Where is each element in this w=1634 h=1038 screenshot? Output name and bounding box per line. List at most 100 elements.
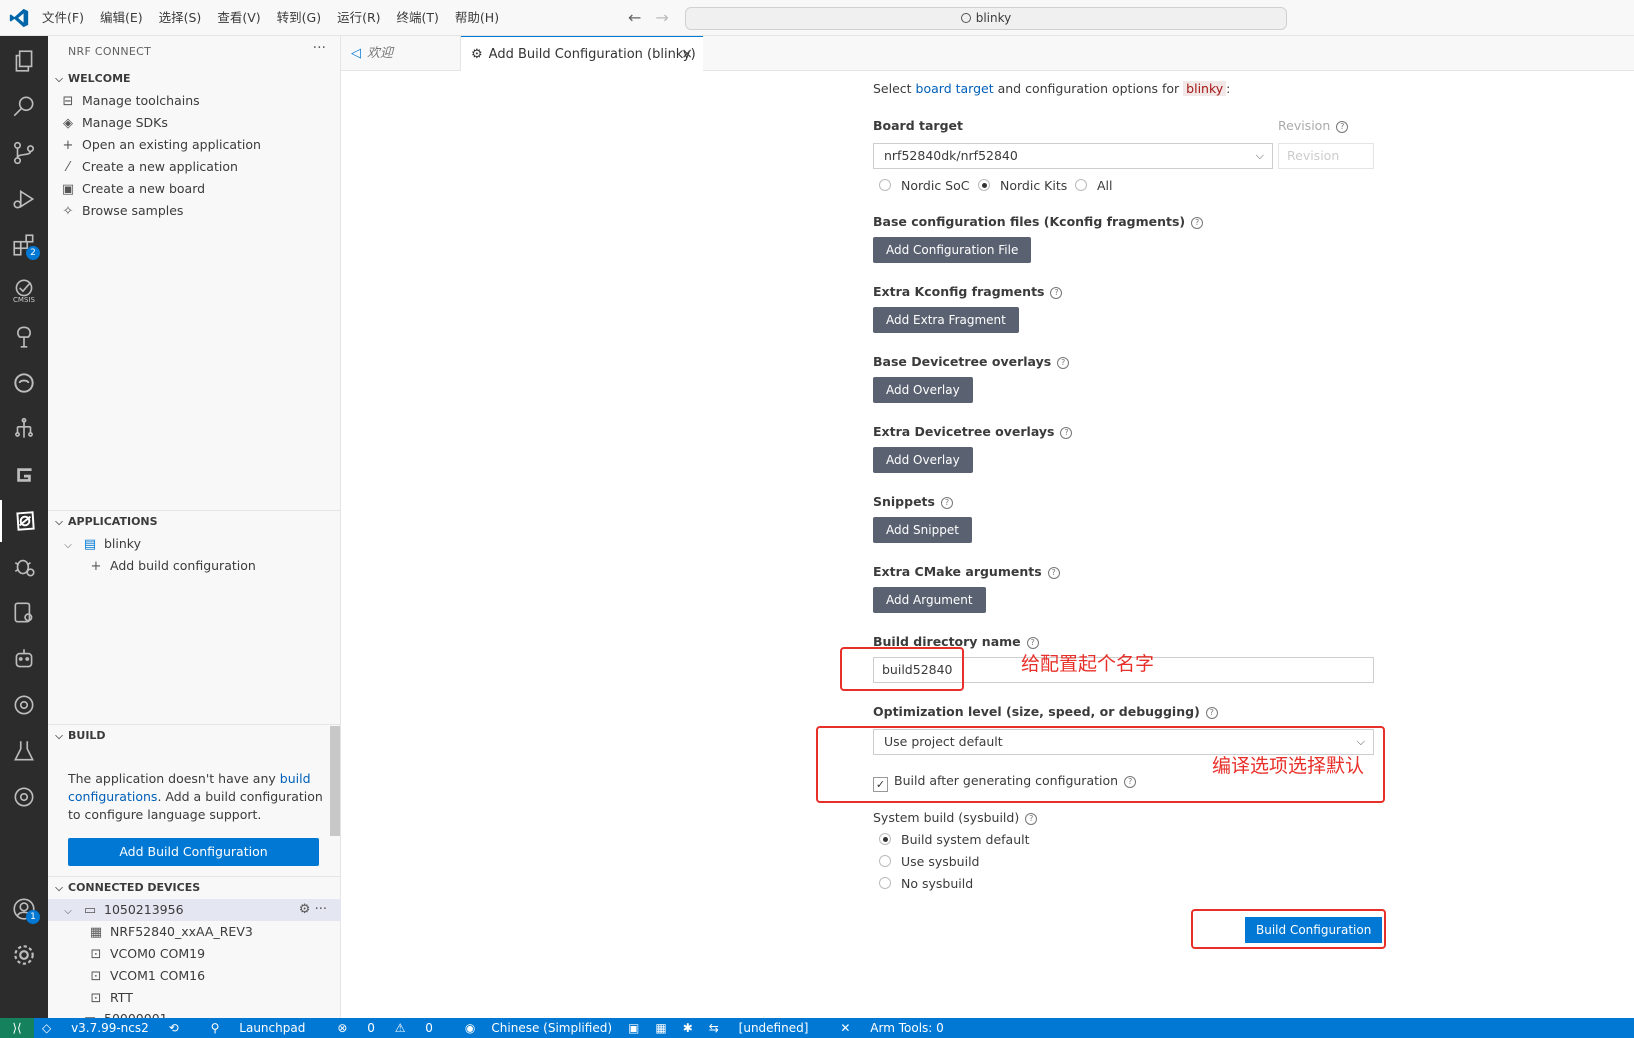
- settings-gear-icon[interactable]: [0, 934, 48, 976]
- device-row-next[interactable]: › ▭ 50000001: [48, 1008, 341, 1018]
- status-broadcast-icon[interactable]: ◉: [465, 1018, 475, 1038]
- welcome-header-label: WELCOME: [68, 72, 131, 85]
- revision-input[interactable]: Revision: [1278, 143, 1374, 169]
- target-icon[interactable]: [0, 776, 48, 818]
- add-extra-fragment-button[interactable]: Add Extra Fragment: [873, 307, 1019, 333]
- device-child-chip[interactable]: ▦ NRF52840_xxAA_REV3: [48, 921, 341, 943]
- g-extension-icon[interactable]: [0, 454, 48, 496]
- explorer-icon[interactable]: [0, 40, 48, 82]
- menu-edit[interactable]: 编辑(E): [100, 0, 143, 36]
- radio-all[interactable]: All: [1075, 178, 1113, 193]
- sidebar-add-build-configuration-button[interactable]: Add Build Configuration: [68, 838, 319, 866]
- circle-app-icon[interactable]: [0, 362, 48, 404]
- device-child-vcom0[interactable]: ⊡ VCOM0 COM19: [48, 943, 341, 965]
- welcome-item-create-board[interactable]: ▣ Create a new board: [48, 178, 341, 200]
- welcome-item-manage-sdks[interactable]: ◈ Manage SDKs: [48, 112, 341, 134]
- add-configuration-file-button[interactable]: Add Configuration File: [873, 237, 1032, 263]
- add-base-overlay-button[interactable]: Add Overlay: [873, 377, 973, 403]
- sidebar-scrollbar[interactable]: [330, 726, 340, 836]
- tab-add-build-configuration[interactable]: ⚙ Add Build Configuration (blinky) ×: [461, 36, 703, 71]
- help-icon[interactable]: ?: [1025, 813, 1038, 825]
- vscode-logo-icon: [9, 8, 29, 28]
- account-icon[interactable]: 1: [0, 888, 48, 930]
- menu-go[interactable]: 转到(G): [277, 0, 321, 36]
- forward-arrow-icon[interactable]: →: [655, 8, 668, 27]
- help-icon[interactable]: ?: [1026, 637, 1039, 649]
- device-settings-icon[interactable]: [0, 592, 48, 634]
- menu-run[interactable]: 运行(R): [337, 0, 380, 36]
- source-control-icon[interactable]: [0, 132, 48, 174]
- applications-section-header[interactable]: ⌵ APPLICATIONS: [48, 510, 341, 532]
- application-blinky[interactable]: ⌵ ▤ blinky: [48, 533, 341, 555]
- intro-part: Select: [873, 81, 916, 96]
- label-text: Base configuration files (Kconfig fragme…: [873, 214, 1186, 229]
- menu-selection[interactable]: 选择(S): [159, 0, 202, 36]
- circuit-icon[interactable]: [0, 408, 48, 450]
- run-debug-icon[interactable]: [0, 178, 48, 220]
- status-chip-icon[interactable]: ▦: [655, 1018, 666, 1038]
- radio-nordic-soc[interactable]: Nordic SoC: [879, 178, 969, 193]
- flask-icon[interactable]: [0, 730, 48, 772]
- help-icon[interactable]: ?: [1047, 567, 1060, 579]
- bug-gear-icon[interactable]: [0, 546, 48, 588]
- intro-part: and configuration options for: [993, 81, 1184, 96]
- help-icon[interactable]: ?: [1050, 287, 1063, 299]
- welcome-item-browse-samples[interactable]: ✧ Browse samples: [48, 200, 341, 222]
- board-target-select[interactable]: nrf52840dk/nrf52840 ⌵: [873, 143, 1273, 169]
- command-center-search[interactable]: blinky: [685, 7, 1287, 30]
- device-child-vcom1[interactable]: ⊡ VCOM1 COM16: [48, 965, 341, 987]
- device-more-icon[interactable]: ···: [315, 902, 327, 917]
- status-launchpad[interactable]: ⚲ Launchpad: [211, 1018, 322, 1038]
- welcome-section-header[interactable]: ⌵ WELCOME: [48, 68, 341, 90]
- device-settings-gear-icon[interactable]: ⚙: [299, 902, 311, 917]
- tab-welcome[interactable]: ◁ 欢迎: [341, 36, 461, 71]
- status-board-icon[interactable]: ▣: [628, 1018, 639, 1038]
- welcome-item-create-app[interactable]: ⁄ Create a new application: [48, 156, 341, 178]
- app-name-highlight: blinky: [1183, 81, 1227, 96]
- status-version[interactable]: ◇ v3.7.99-ncs2 ⟲: [42, 1018, 195, 1038]
- close-icon[interactable]: ×: [681, 37, 693, 72]
- add-snippet-button[interactable]: Add Snippet: [873, 517, 972, 543]
- status-arm-tools[interactable]: ✕ Arm Tools: 0: [840, 1018, 959, 1038]
- build-section-header[interactable]: ⌵ BUILD: [48, 724, 341, 746]
- connected-devices-section-header[interactable]: ⌵ CONNECTED DEVICES: [48, 876, 341, 898]
- radio-no-sysbuild[interactable]: No sysbuild: [879, 876, 973, 891]
- add-extra-overlay-button[interactable]: Add Overlay: [873, 447, 973, 473]
- remote-indicator-icon[interactable]: ⟩⟨: [0, 1018, 34, 1038]
- label-text: Optimization level (size, speed, or debu…: [873, 704, 1200, 719]
- help-icon[interactable]: ?: [1336, 121, 1349, 133]
- add-argument-button[interactable]: Add Argument: [873, 587, 986, 613]
- status-bug-icon[interactable]: ✱: [683, 1018, 693, 1038]
- status-problems[interactable]: ⊗ 0 ⚠ 0: [337, 1018, 449, 1038]
- menu-help[interactable]: 帮助(H): [455, 0, 499, 36]
- device-child-rtt[interactable]: ⊡ RTT: [48, 987, 341, 1009]
- more-actions-icon[interactable]: ···: [313, 40, 326, 56]
- welcome-item-manage-toolchains[interactable]: ⊟ Manage toolchains: [48, 90, 341, 112]
- menu-terminal[interactable]: 终端(T): [397, 0, 439, 36]
- radio-build-system-default[interactable]: Build system default: [879, 832, 1030, 847]
- help-icon[interactable]: ?: [1191, 217, 1204, 229]
- radio-use-sysbuild[interactable]: Use sysbuild: [879, 854, 980, 869]
- device-row[interactable]: ⌵ ▭ 1050213956 ⚙ ···: [48, 899, 341, 921]
- help-icon[interactable]: ?: [1205, 707, 1218, 719]
- help-icon[interactable]: ?: [1060, 427, 1073, 439]
- status-undefined[interactable]: ⇆ [undefined]: [709, 1018, 825, 1038]
- menu-file[interactable]: 文件(F): [42, 0, 84, 36]
- help-icon[interactable]: ?: [1057, 357, 1070, 369]
- robot-icon[interactable]: [0, 638, 48, 680]
- back-arrow-icon[interactable]: ←: [628, 8, 641, 27]
- search-view-icon[interactable]: [0, 86, 48, 128]
- tree-icon[interactable]: [0, 316, 48, 358]
- add-build-config-item[interactable]: + Add build configuration: [48, 555, 341, 577]
- revision-placeholder: Revision: [1287, 148, 1340, 163]
- board-target-link[interactable]: board target: [916, 81, 994, 96]
- status-language[interactable]: Chinese (Simplified): [491, 1018, 612, 1038]
- extensions-icon[interactable]: 2: [0, 224, 48, 266]
- radio-label: No sysbuild: [901, 876, 974, 891]
- gear-circle-icon[interactable]: [0, 684, 48, 726]
- radio-nordic-kits[interactable]: Nordic Kits: [978, 178, 1067, 193]
- menu-view[interactable]: 查看(V): [217, 0, 260, 36]
- help-icon[interactable]: ?: [940, 497, 953, 509]
- nrf-connect-icon[interactable]: [0, 500, 48, 542]
- welcome-item-open-app[interactable]: + Open an existing application: [48, 134, 341, 156]
